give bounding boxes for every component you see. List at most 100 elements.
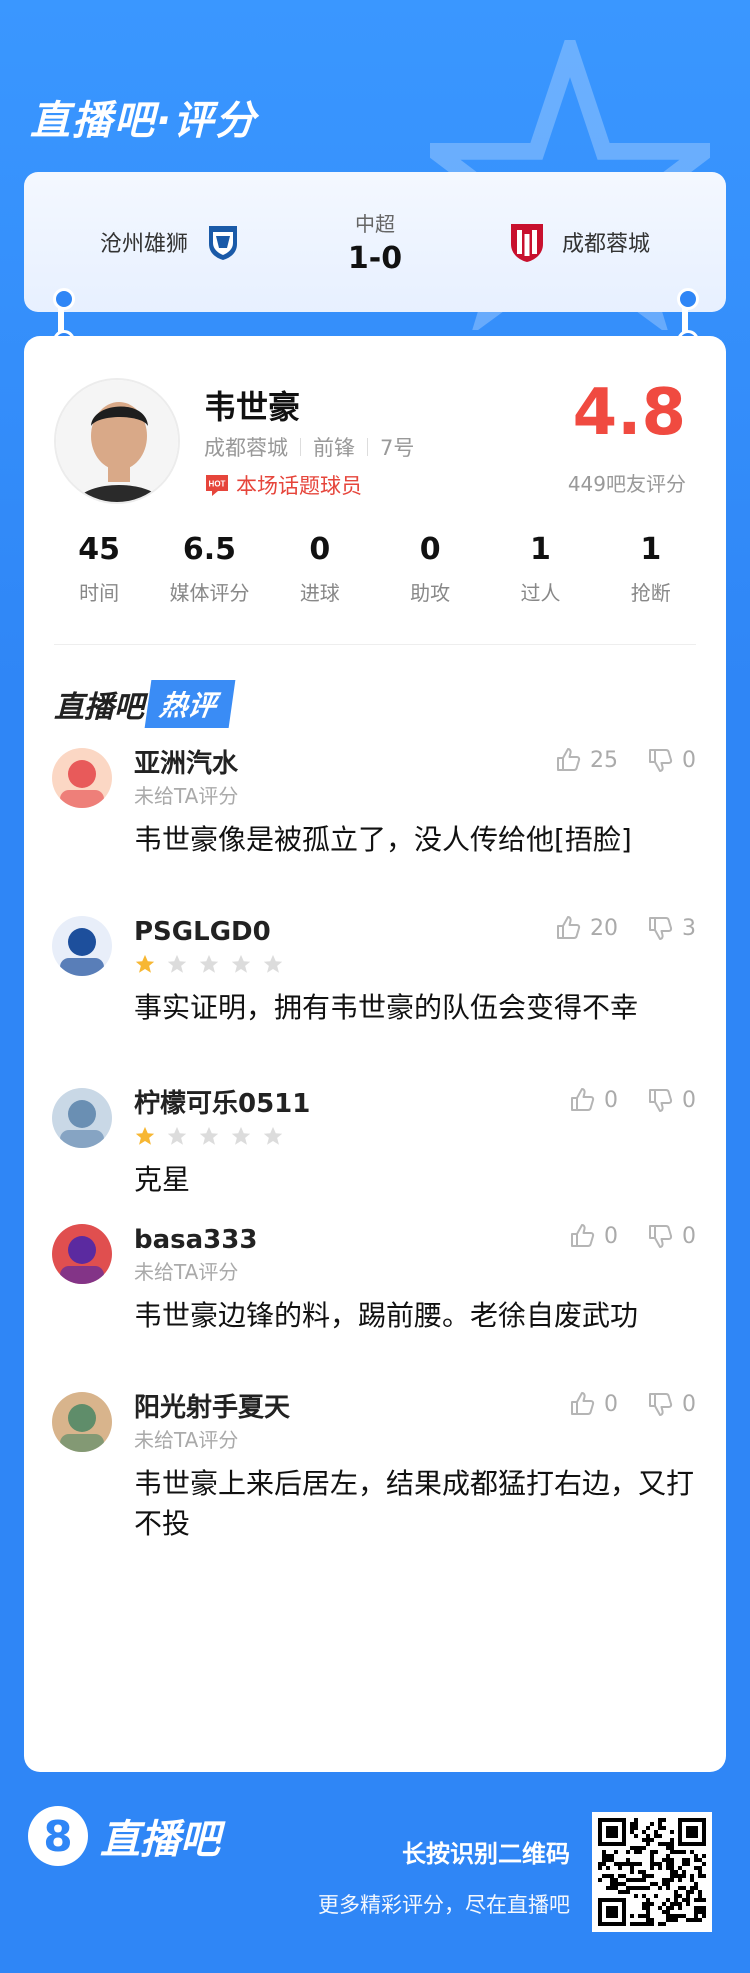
stat-item: 0 进球 — [270, 532, 370, 606]
stat-item: 45 时间 — [49, 532, 149, 606]
away-team-name: 成都蓉城 — [561, 232, 650, 257]
like-button[interactable]: 25 — [554, 746, 618, 774]
dislike-button[interactable]: 0 — [646, 1086, 696, 1114]
logo-text: 直播吧 — [100, 1817, 220, 1863]
player-rating-card: 韦世豪 成都蓉城 前锋 7号 HOT 本场话题球员 4.8 449吧友评分 45… — [24, 336, 726, 1772]
commenter-avatar[interactable] — [52, 1392, 112, 1452]
dislike-icon — [649, 917, 673, 940]
player-position: 前锋 — [313, 436, 355, 460]
comment-rating-text: 未给TA评分 — [134, 784, 239, 808]
home-team-name: 沧州雄狮 — [100, 232, 189, 257]
star-empty-icon — [263, 954, 283, 973]
dislike-button[interactable]: 3 — [646, 914, 696, 942]
stat-label: 媒体评分 — [169, 581, 250, 605]
comment-actions: 25 0 — [554, 746, 696, 774]
comment-star-rating — [134, 950, 696, 978]
stat-label: 助攻 — [410, 581, 451, 605]
stat-value: 0 — [419, 532, 441, 567]
qr-hint: 长按识别二维码 — [402, 1840, 570, 1868]
comment-item: PSGLGD0 事实证明，拥有韦世豪的队伍会变得不幸 20 3 — [24, 914, 726, 1028]
dislike-button[interactable]: 0 — [646, 1222, 696, 1250]
stat-value: 45 — [78, 532, 121, 567]
like-icon — [571, 1088, 595, 1111]
dislike-icon — [649, 749, 673, 772]
stat-value: 0 — [309, 532, 331, 567]
stat-item: 1 抢断 — [601, 532, 701, 606]
like-button[interactable]: 20 — [554, 914, 618, 942]
player-stats: 45 时间 6.5 媒体评分 0 进球 0 助攻 1 过人 1 抢断 — [24, 532, 726, 606]
dislike-button[interactable]: 0 — [646, 746, 696, 774]
stat-item: 6.5 媒体评分 — [159, 532, 259, 606]
comment-rating-text: 未给TA评分 — [134, 1260, 239, 1284]
away-team: 成都蓉城 — [506, 221, 650, 263]
league-name: 中超 — [354, 212, 395, 236]
fan-rating-score: 4.8 — [572, 376, 686, 450]
star-empty-icon — [231, 1126, 251, 1145]
hot-comments-heading: 直播吧 热评 — [54, 680, 236, 728]
comment-text: 克星 — [134, 1163, 191, 1196]
comment-item: basa333 未给TA评分 韦世豪边锋的料，踢前腰。老徐自废武功 0 0 — [24, 1222, 726, 1336]
like-icon — [557, 748, 581, 771]
like-icon — [571, 1392, 595, 1415]
comment-text: 韦世豪边锋的料，踢前腰。老徐自废武功 — [134, 1299, 639, 1332]
like-icon — [571, 1224, 595, 1247]
qr-code[interactable] — [592, 1812, 712, 1932]
player-meta: 成都蓉城 前锋 7号 — [204, 432, 414, 462]
comment-actions: 0 0 — [568, 1390, 696, 1418]
like-button[interactable]: 0 — [568, 1222, 618, 1250]
qr-code-icon — [598, 1818, 706, 1926]
like-icon — [557, 916, 581, 939]
svg-text:HOT: HOT — [209, 480, 226, 489]
like-count: 20 — [590, 915, 618, 941]
stat-label: 时间 — [79, 581, 120, 605]
commenter-avatar[interactable] — [52, 1224, 112, 1284]
commenter-avatar[interactable] — [52, 916, 112, 976]
logo-mark: 8 — [28, 1806, 88, 1866]
player-name: 韦世豪 — [204, 388, 301, 426]
dislike-count: 3 — [682, 915, 696, 941]
footer-text: 长按识别二维码 更多精彩评分，尽在直播吧 — [318, 1834, 570, 1919]
commenter-avatar[interactable] — [52, 748, 112, 808]
match-banner: 沧州雄狮 中超 1-0 成都蓉城 — [24, 172, 726, 312]
dislike-icon — [649, 1225, 673, 1248]
meta-divider — [300, 438, 301, 456]
comment-item: 柠檬可乐0511 克星 0 0 — [24, 1086, 726, 1200]
like-count: 0 — [604, 1391, 618, 1417]
commenter-avatar[interactable] — [52, 1088, 112, 1148]
qr-subhint: 更多精彩评分，尽在直播吧 — [318, 1893, 570, 1917]
comment-item: 亚洲汽水 未给TA评分 韦世豪像是被孤立了，没人传给他[捂脸] 25 0 — [24, 746, 726, 860]
comment-actions: 20 3 — [554, 914, 696, 942]
comment-text: 韦世豪上来后居左，结果成都猛打右边，又打不投 — [134, 1467, 695, 1540]
dislike-count: 0 — [682, 1087, 696, 1113]
star-empty-icon — [199, 954, 219, 973]
dislike-count: 0 — [682, 1223, 696, 1249]
topic-player-label: 本场话题球员 — [236, 474, 362, 498]
stat-item: 1 过人 — [490, 532, 590, 606]
hot-comments-brand: 直播吧 — [54, 690, 144, 725]
stat-label: 过人 — [520, 581, 561, 605]
comment-rating-text: 未给TA评分 — [134, 1428, 239, 1452]
star-empty-icon — [263, 1126, 283, 1145]
meta-divider — [367, 438, 368, 456]
comment-star-rating — [134, 1122, 696, 1150]
like-count: 25 — [590, 747, 618, 773]
like-button[interactable]: 0 — [568, 1390, 618, 1418]
match-score: 1-0 — [347, 241, 403, 276]
home-team-logo-icon — [202, 221, 244, 263]
like-count: 0 — [604, 1223, 618, 1249]
topic-player-tag: HOT 本场话题球员 — [204, 470, 362, 500]
dislike-button[interactable]: 0 — [646, 1390, 696, 1418]
dislike-icon — [649, 1393, 673, 1416]
dislike-count: 0 — [682, 1391, 696, 1417]
like-button[interactable]: 0 — [568, 1086, 618, 1114]
comment-text: 事实证明，拥有韦世豪的队伍会变得不幸 — [134, 991, 639, 1024]
stat-label: 抢断 — [630, 581, 671, 605]
comment-item: 阳光射手夏天 未给TA评分 韦世豪上来后居左，结果成都猛打右边，又打不投 0 0 — [24, 1390, 726, 1544]
comment-actions: 0 0 — [568, 1222, 696, 1250]
star-empty-icon — [167, 1126, 187, 1145]
match-center: 中超 1-0 — [348, 208, 402, 276]
star-filled-icon — [135, 1126, 155, 1145]
star-filled-icon — [135, 954, 155, 973]
hot-comments-badge: 热评 — [144, 680, 236, 728]
home-team: 沧州雄狮 — [100, 221, 244, 263]
